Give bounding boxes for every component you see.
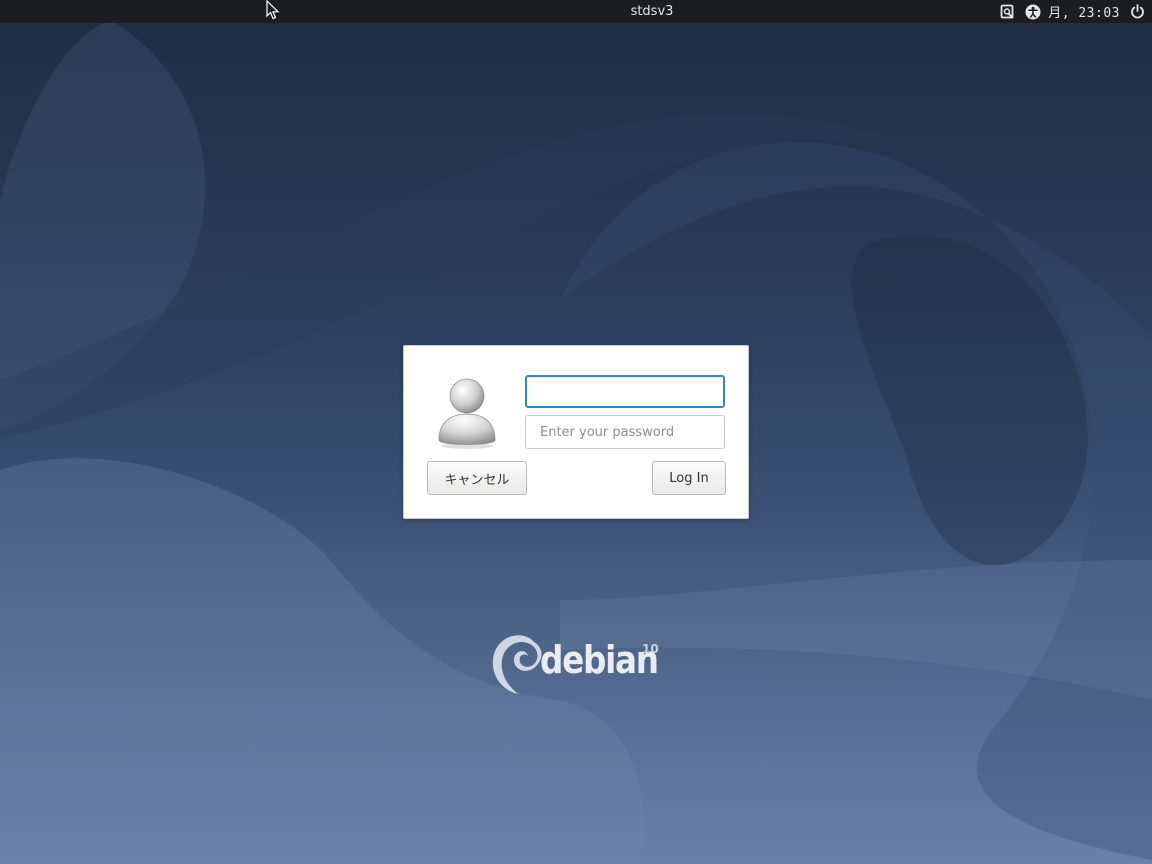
power-icon[interactable] [1128, 3, 1146, 21]
login-button[interactable]: Log In [652, 461, 726, 495]
password-input[interactable] [525, 415, 725, 449]
debian-version: 10 [642, 642, 659, 656]
debian-swirl-icon [492, 635, 542, 694]
top-bar: stdsv3 月, 23:03 [0, 0, 1152, 23]
debian-wordmark: debian [540, 638, 659, 682]
user-avatar-icon [435, 376, 499, 450]
host-name: stdsv3 [630, 4, 674, 19]
username-input[interactable] [525, 375, 725, 408]
screen-reader-icon[interactable] [998, 3, 1016, 21]
mouse-cursor-icon [266, 0, 280, 24]
clock[interactable]: 月, 23:03 [1048, 2, 1120, 21]
login-screen: stdsv3 月, 23:03 キャンセル Log In debian 10 [0, 0, 1152, 864]
cancel-button[interactable]: キャンセル [427, 461, 527, 495]
accessibility-icon[interactable] [1024, 3, 1042, 21]
system-tray[interactable]: 月, 23:03 [990, 0, 1146, 23]
login-dialog: キャンセル Log In [403, 345, 749, 519]
debian-logo: debian 10 [488, 628, 668, 698]
